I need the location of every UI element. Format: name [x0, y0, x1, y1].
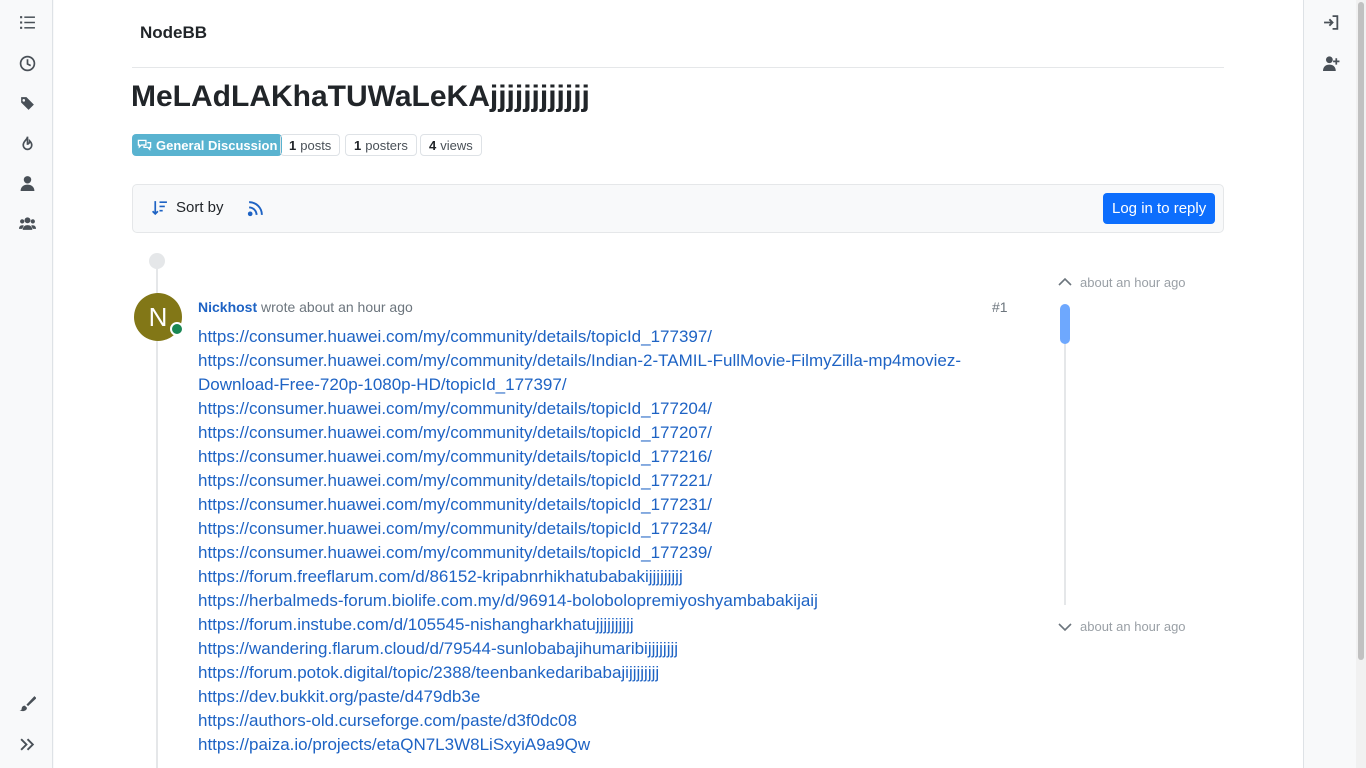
brand-title[interactable]: NodeBB — [140, 23, 207, 43]
clock-icon[interactable] — [17, 53, 37, 73]
views-label: views — [440, 137, 473, 153]
user-icon[interactable] — [17, 173, 37, 193]
post-link[interactable]: https://herbalmeds-forum.biolife.com.my/… — [198, 589, 998, 613]
post-link[interactable]: https://consumer.huawei.com/my/community… — [198, 445, 998, 469]
post-link[interactable]: https://consumer.huawei.com/my/community… — [198, 517, 998, 541]
post-link[interactable]: https://consumer.huawei.com/my/community… — [198, 349, 998, 397]
post-link[interactable]: https://consumer.huawei.com/my/community… — [198, 397, 998, 421]
category-badge[interactable]: General Discussion — [132, 134, 283, 156]
views-count-badge: 4 views — [420, 134, 482, 156]
sort-button[interactable]: Sort by — [151, 199, 224, 216]
tags-icon[interactable] — [17, 93, 37, 113]
post-author-link[interactable]: Nickhost — [198, 299, 257, 315]
left-sidebar — [0, 0, 53, 768]
page-scrollbar[interactable] — [1356, 0, 1366, 768]
topic-toolbar: Sort by Log in to reply — [132, 184, 1224, 233]
expand-icon[interactable] — [17, 734, 37, 754]
post-index-link[interactable]: #1 — [992, 299, 1008, 315]
category-label: General Discussion — [156, 137, 278, 153]
register-icon[interactable] — [1321, 53, 1341, 73]
post-link[interactable]: https://forum.instube.com/d/105545-nisha… — [198, 613, 998, 637]
rss-icon[interactable] — [247, 200, 264, 217]
log-in-to-reply-button[interactable]: Log in to reply — [1103, 193, 1216, 224]
post-link[interactable]: https://consumer.huawei.com/my/community… — [198, 421, 998, 445]
post-content: https://consumer.huawei.com/my/community… — [198, 325, 998, 757]
topic-title: MeLAdLAKhaTUWaLeKAjjjjjjjjjjjj — [131, 80, 590, 113]
post-link[interactable]: https://consumer.huawei.com/my/community… — [198, 493, 998, 517]
views-count: 4 — [429, 137, 437, 153]
chevron-down-icon[interactable] — [1057, 619, 1073, 635]
post-timestamp[interactable]: about an hour ago — [299, 299, 413, 315]
navigator-track — [1064, 305, 1066, 605]
post-link[interactable]: https://consumer.huawei.com/my/community… — [198, 541, 998, 565]
post-link[interactable]: https://wandering.flarum.cloud/d/79544-s… — [198, 637, 998, 661]
sort-icon — [151, 201, 167, 216]
users-icon[interactable] — [17, 213, 37, 233]
navigator-top-time: about an hour ago — [1080, 275, 1186, 290]
post-link[interactable]: https://forum.freeflarum.com/d/86152-kri… — [198, 565, 998, 589]
post-link[interactable]: https://paiza.io/projects/etaQN7L3W8LiSx… — [198, 733, 998, 757]
posters-count: 1 — [354, 137, 362, 153]
post-meta: Nickhost wrote about an hour ago — [198, 299, 413, 315]
brush-icon[interactable] — [17, 693, 37, 713]
navigator-bottom-time: about an hour ago — [1080, 619, 1186, 634]
right-sidebar — [1303, 0, 1356, 768]
post-link[interactable]: https://forum.potok.digital/topic/2388/t… — [198, 661, 998, 685]
posts-label: posts — [300, 137, 332, 153]
comments-icon — [137, 139, 152, 151]
post-link[interactable]: https://dev.bukkit.org/paste/d479db3e — [198, 685, 998, 709]
online-status-indicator — [170, 322, 184, 336]
post-timeline-dot — [149, 253, 165, 269]
fire-icon[interactable] — [17, 133, 37, 153]
post-link[interactable]: https://authors-old.curseforge.com/paste… — [198, 709, 998, 733]
posters-label: posters — [365, 137, 408, 153]
navigator-handle[interactable] — [1060, 304, 1070, 344]
post-link[interactable]: https://consumer.huawei.com/my/community… — [198, 469, 998, 493]
post-link[interactable]: https://consumer.huawei.com/my/community… — [198, 325, 998, 349]
sort-label: Sort by — [176, 199, 224, 216]
post-wrote-label: wrote — [261, 299, 296, 315]
header-divider — [132, 67, 1224, 68]
list-icon[interactable] — [17, 12, 37, 32]
scrollbar-thumb[interactable] — [1358, 2, 1364, 660]
posters-count-badge: 1 posters — [345, 134, 417, 156]
posts-count-badge: 1 posts — [280, 134, 341, 156]
chevron-up-icon[interactable] — [1057, 274, 1073, 290]
login-icon[interactable] — [1321, 12, 1341, 32]
posts-count: 1 — [289, 137, 297, 153]
